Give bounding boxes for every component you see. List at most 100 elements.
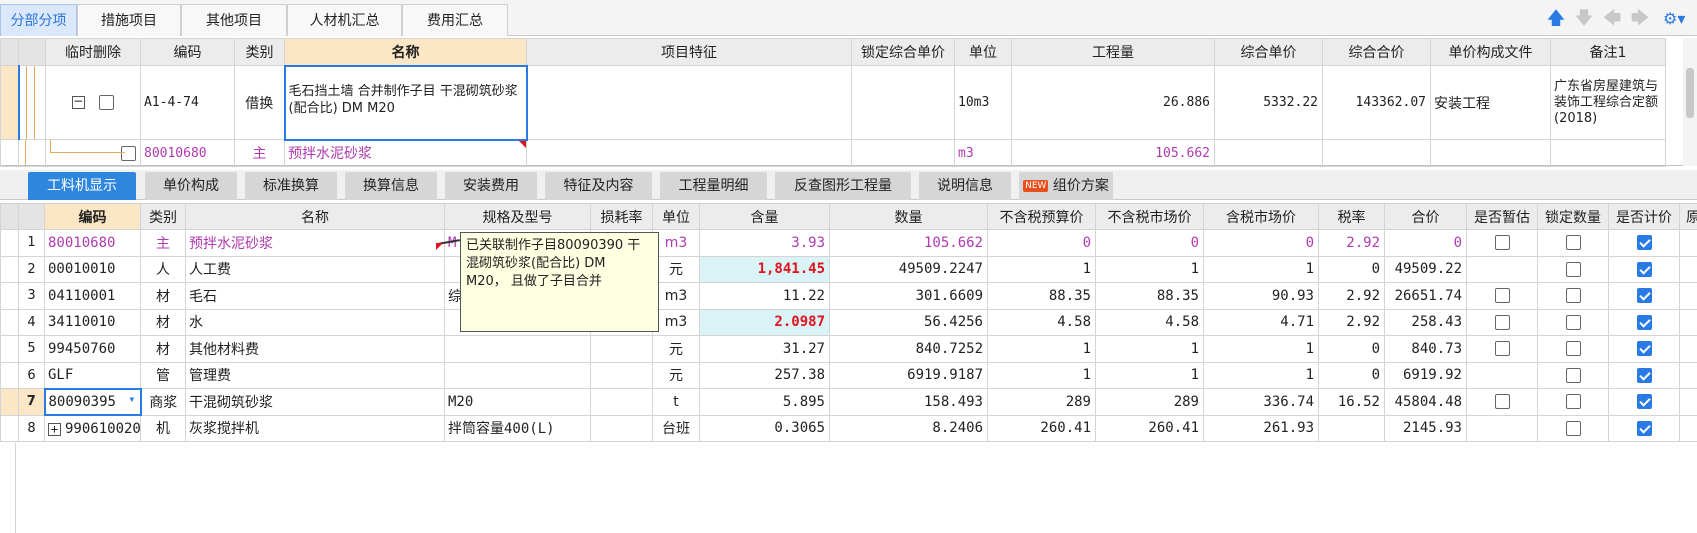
arrow-left-icon[interactable]: 🡄 <box>1601 8 1623 30</box>
row-tax-rate[interactable]: 2.92 <box>1318 229 1385 257</box>
row-content[interactable]: 0.3065 <box>699 414 830 442</box>
row-unit[interactable]: 台班 <box>652 414 700 442</box>
row-market-price[interactable]: 4.58 <box>1095 308 1204 336</box>
row-tax-market-price[interactable]: 1 <box>1203 361 1319 389</box>
row-content[interactable]: 5.895 <box>699 388 830 416</box>
row-name-cell[interactable]: 毛石挡土墙 合并制作子目 干混砌筑砂浆(配合比) DM M20 <box>283 64 528 141</box>
row-tax-rate[interactable]: 2.92 <box>1318 282 1385 310</box>
row-tax-rate[interactable] <box>1318 414 1385 442</box>
row-loss-rate[interactable] <box>590 414 653 442</box>
estimate-checkbox[interactable] <box>1494 394 1510 410</box>
row-content[interactable]: 2.0987 <box>699 308 830 336</box>
table-row[interactable]: 3 04110001 材毛石综 m3 11.22 301.6609 88.35 88.35 90… <box>0 282 1697 310</box>
tab-description[interactable]: 说明信息 <box>919 172 1011 200</box>
col-spec[interactable]: 规格及型号 <box>444 203 591 230</box>
dropdown-arrow-icon[interactable]: ▾ <box>128 392 135 406</box>
col-unit[interactable]: 单位 <box>652 203 700 230</box>
priced-checkbox[interactable] <box>1636 420 1652 436</box>
row-budget-price[interactable]: 289 <box>987 388 1096 416</box>
row-price-file[interactable]: 安装工程 <box>1430 65 1551 140</box>
row-qty[interactable]: 56.4256 <box>829 308 988 336</box>
col-type[interactable]: 类别 <box>234 38 285 66</box>
row-code[interactable]: 00010010 <box>44 255 141 283</box>
row-budget-price[interactable]: 1 <box>987 335 1096 363</box>
tab-conversion-info[interactable]: 换算信息 <box>345 172 437 200</box>
col-tax-market-price[interactable]: 含税市场价 <box>1203 203 1319 230</box>
row-market-price[interactable]: 289 <box>1095 388 1204 416</box>
row-tax-rate[interactable]: 0 <box>1318 361 1385 389</box>
col-lock-price[interactable]: 锁定综合单价 <box>851 38 955 66</box>
tab-rencaiji[interactable]: 人材机汇总 <box>287 4 402 36</box>
row-qty[interactable]: 8.2406 <box>829 414 988 442</box>
lock-qty-checkbox[interactable] <box>1565 394 1581 410</box>
estimate-checkbox[interactable] <box>1494 288 1510 304</box>
row-qty[interactable]: 105.662 <box>1011 139 1215 167</box>
row-unit[interactable]: 元 <box>652 335 700 363</box>
row-tax-market-price[interactable]: 336.74 <box>1203 388 1319 416</box>
row-code[interactable]: 99450760 <box>44 335 141 363</box>
row-tax-market-price[interactable]: 4.71 <box>1203 308 1319 336</box>
row-loss-rate[interactable] <box>590 361 653 389</box>
col-estimate[interactable]: 是否暂估 <box>1466 203 1538 230</box>
row-qty[interactable]: 158.493 <box>829 388 988 416</box>
tab-features[interactable]: 特征及内容 <box>545 172 652 200</box>
col-price-file[interactable]: 单价构成文件 <box>1430 38 1551 66</box>
table-row[interactable]: 599450760材其他材料费元31.27840.72521110840.733 <box>0 335 1697 363</box>
row-unit[interactable]: m3 <box>954 139 1012 167</box>
row-spec[interactable]: 拌筒容量400(L) <box>444 414 591 442</box>
row-qty[interactable]: 301.6609 <box>829 282 988 310</box>
collapse-icon[interactable]: − <box>71 95 85 109</box>
row-name[interactable]: 人工费 <box>185 255 445 283</box>
row-unit[interactable]: 元 <box>652 361 700 389</box>
row-unit[interactable]: m3 <box>652 229 700 257</box>
row-qty[interactable]: 26.886 <box>1011 65 1215 140</box>
priced-checkbox[interactable] <box>1636 367 1652 383</box>
col-unit-price[interactable]: 综合单价 <box>1214 38 1323 66</box>
priced-checkbox[interactable] <box>1636 394 1652 410</box>
expand-icon[interactable]: + <box>48 422 61 436</box>
lock-qty-checkbox[interactable] <box>1565 314 1581 330</box>
col-qty[interactable]: 数量 <box>829 203 988 230</box>
tab-qita[interactable]: 其他项目 <box>181 4 287 36</box>
row-tax-market-price[interactable]: 261.93 <box>1203 414 1319 442</box>
col-market-price[interactable]: 不含税市场价 <box>1095 203 1204 230</box>
col-tax-rate[interactable]: 税率 <box>1318 203 1385 230</box>
col-loss-rate[interactable]: 损耗率 <box>590 203 653 230</box>
row-budget-price[interactable]: 1 <box>987 255 1096 283</box>
row-tax-market-price[interactable]: 1 <box>1203 335 1319 363</box>
row-name[interactable]: 其他材料费 <box>185 335 445 363</box>
table-row[interactable]: 1 80010680 主预拌水泥砂浆 Mm3 3.93 105.662 0 0 0 2.92 0 <box>0 229 1697 257</box>
row-content[interactable]: 1,841.45 <box>699 255 830 283</box>
row-unit[interactable]: m3 <box>652 308 700 336</box>
row-budget-price[interactable]: 0 <box>987 229 1096 257</box>
row-qty[interactable]: 840.7252 <box>829 335 988 363</box>
tab-price-composition[interactable]: 单价构成 <box>145 172 237 200</box>
row-name[interactable]: 毛石 <box>185 282 445 310</box>
row-code[interactable]: GLF <box>44 361 141 389</box>
row-unit[interactable]: t <box>652 388 700 416</box>
row-feature[interactable] <box>526 65 852 140</box>
upper-scrollbar[interactable] <box>1683 38 1697 166</box>
row-loss-rate[interactable] <box>590 388 653 416</box>
col-type[interactable]: 类别 <box>140 203 186 230</box>
row-market-price[interactable]: 1 <box>1095 361 1204 389</box>
lock-qty-checkbox[interactable] <box>1565 367 1581 383</box>
lock-qty-checkbox[interactable] <box>1565 288 1581 304</box>
table-row[interactable]: 7 80090395 ▾ 商浆 干混砌筑砂浆 M20 t 5.895 158.493 289 289… <box>0 387 1697 416</box>
row-market-price[interactable]: 88.35 <box>1095 282 1204 310</box>
row-loss-rate[interactable] <box>590 335 653 363</box>
row-tax-market-price[interactable]: 90.93 <box>1203 282 1319 310</box>
row-qty[interactable]: 49509.2247 <box>829 255 988 283</box>
row-market-price[interactable]: 0 <box>1095 229 1204 257</box>
row-content[interactable]: 11.22 <box>699 282 830 310</box>
arrow-right-icon[interactable]: 🡆 <box>1629 8 1651 30</box>
table-row[interactable]: 6GLF管管理费元257.386919.918711106919.9225 <box>0 361 1697 389</box>
lock-qty-checkbox[interactable] <box>1565 341 1581 357</box>
row-market-price[interactable]: 1 <box>1095 335 1204 363</box>
col-name[interactable]: 名称 <box>284 38 527 66</box>
row-content[interactable]: 257.38 <box>699 361 830 389</box>
col-name[interactable]: 名称 <box>185 203 445 230</box>
row-market-price[interactable]: 260.41 <box>1095 414 1204 442</box>
col-content[interactable]: 含量 <box>699 203 830 230</box>
row-budget-price[interactable]: 4.58 <box>987 308 1096 336</box>
